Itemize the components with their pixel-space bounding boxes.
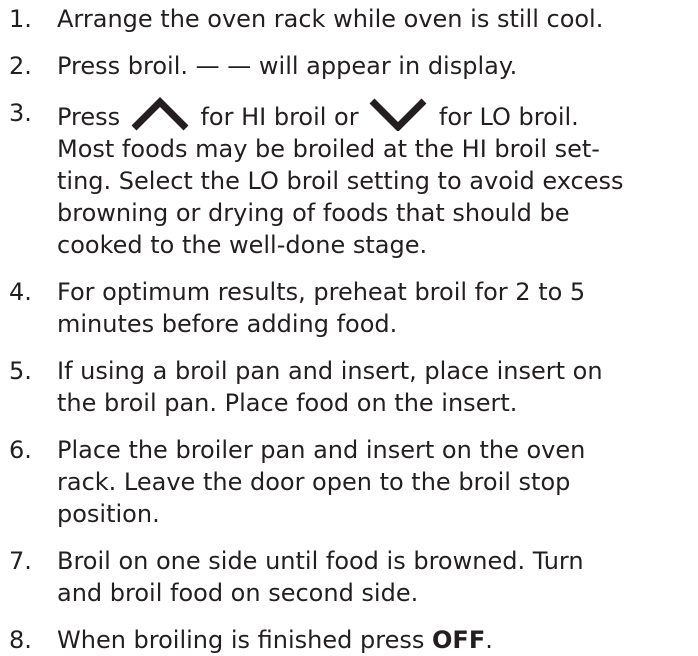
press-word: Press	[57, 103, 121, 131]
step-number: 4.	[9, 278, 32, 306]
step-8: 8. When broiling is finished press OFF.	[0, 624, 698, 656]
lo-broil-text: for LO broil.	[438, 103, 579, 131]
step-2: 2. Press broil. — — will appear in displ…	[0, 50, 698, 82]
step-line: For optimum results, preheat broil for 2…	[57, 278, 586, 306]
step-line: cooked to the well-done stage.	[57, 231, 428, 259]
steps-list: 1. Arrange the oven rack while oven is s…	[0, 3, 698, 656]
step-3: 3. Press for HI broil or for LO broil. M…	[0, 97, 698, 261]
step-number: 2.	[9, 52, 32, 80]
step-line: When broiling is finished press OFF.	[57, 624, 698, 656]
step-line: position.	[57, 500, 160, 528]
step-line: Broil on one side until food is browned.…	[57, 547, 584, 575]
step-number: 7.	[9, 547, 32, 575]
step-4: 4. For optimum results, preheat broil fo…	[0, 276, 698, 340]
step-line: If using a broil pan and insert, place i…	[57, 357, 603, 385]
step-line-first: Press for HI broil or for LO broil.	[57, 97, 698, 133]
step-5: 5. If using a broil pan and insert, plac…	[0, 355, 698, 419]
step-line: Place the broiler pan and insert on the …	[57, 436, 586, 464]
step-line: Press broil. — — will appear in display.	[57, 52, 518, 80]
step-text: Press broil. — — will appear in display.	[57, 50, 698, 82]
step-line: ting. Select the LO broil setting to avo…	[57, 167, 624, 195]
chevron-down-icon	[369, 98, 427, 131]
step-1: 1. Arrange the oven rack while oven is s…	[0, 3, 698, 35]
step-text: Place the broiler pan and insert on the …	[57, 434, 698, 530]
step-line: Arrange the oven rack while oven is stil…	[57, 5, 604, 33]
step-text: Broil on one side until food is browned.…	[57, 545, 698, 609]
step-line: and broil food on second side.	[57, 579, 419, 607]
off-button-label: OFF	[432, 626, 486, 654]
step-number: 6.	[9, 436, 32, 464]
step-number: 5.	[9, 357, 32, 385]
step-number: 3.	[9, 99, 32, 127]
step-number: 1.	[9, 5, 32, 33]
step-text: Press for HI broil or for LO broil. Most…	[57, 97, 698, 261]
step-text: If using a broil pan and insert, place i…	[57, 355, 698, 419]
step-line: Most foods may be broiled at the HI broi…	[57, 135, 600, 163]
step-text: For optimum results, preheat broil for 2…	[57, 276, 698, 340]
step-text-before: When broiling is finished press	[57, 626, 425, 654]
hi-broil-text: for HI broil or	[200, 103, 359, 131]
step-line: browning or drying of foods that should …	[57, 199, 570, 227]
step-text: When broiling is finished press OFF.	[57, 624, 698, 656]
step-text-after: .	[485, 626, 493, 654]
step-7: 7. Broil on one side until food is brown…	[0, 545, 698, 609]
step-number: 8.	[9, 626, 32, 654]
step-6: 6. Place the broiler pan and insert on t…	[0, 434, 698, 530]
broil-instructions: 1. Arrange the oven rack while oven is s…	[0, 0, 698, 654]
step-line: minutes before adding food.	[57, 310, 398, 338]
step-text: Arrange the oven rack while oven is stil…	[57, 3, 698, 35]
chevron-up-icon	[131, 97, 189, 131]
step-line: the broil pan. Place food on the insert.	[57, 389, 518, 417]
step-line: rack. Leave the door open to the broil s…	[57, 468, 571, 496]
